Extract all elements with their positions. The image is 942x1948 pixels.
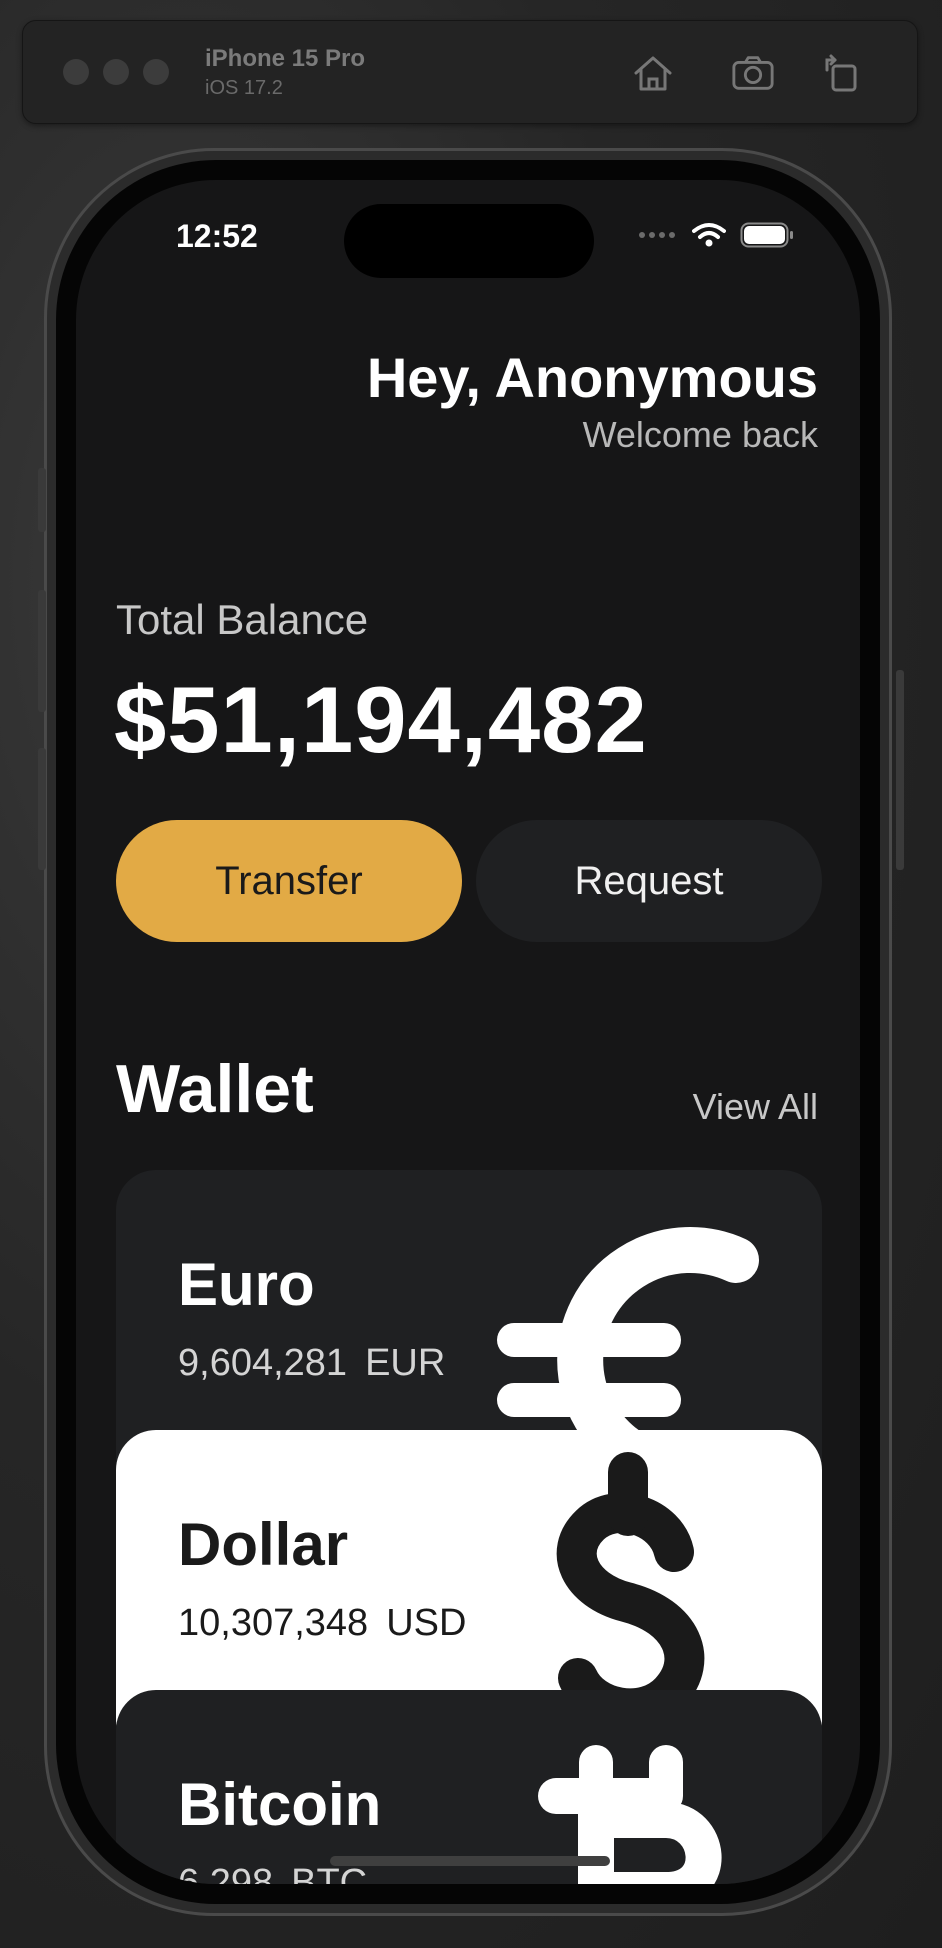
volume-down-side-button — [38, 748, 46, 870]
battery-icon — [740, 222, 793, 248]
card-currency-name: Dollar — [178, 1511, 349, 1578]
power-side-button — [896, 670, 904, 870]
action-side-button — [38, 468, 46, 532]
signal-icon — [639, 232, 675, 238]
card-currency-name: Bitcoin — [178, 1771, 382, 1838]
rotate-button[interactable] — [819, 51, 863, 95]
device-name: iPhone 15 Pro — [205, 45, 366, 72]
total-balance-amount: $51,194,482 — [114, 667, 648, 772]
transfer-button[interactable]: Transfer — [116, 820, 462, 942]
home-icon — [634, 56, 672, 91]
window-zoom-button[interactable] — [143, 59, 169, 85]
welcome-subtitle: Welcome back — [582, 414, 818, 455]
window-minimize-button[interactable] — [103, 59, 129, 85]
card-currency-name: Euro — [178, 1251, 315, 1318]
rotate-icon — [825, 54, 857, 92]
os-version: iOS 17.2 — [205, 77, 283, 99]
card-amount-value: 9,604,281 — [178, 1342, 348, 1384]
screenshot-button[interactable] — [731, 51, 775, 95]
card-currency-code: USD — [386, 1602, 467, 1644]
greeting-title: Hey, Anonymous — [366, 346, 818, 409]
card-amount-value: 6,298 — [178, 1862, 274, 1884]
request-button[interactable]: Request — [476, 820, 822, 942]
status-time: 12:52 — [176, 218, 258, 254]
card-currency-code: EUR — [365, 1342, 446, 1384]
home-button[interactable] — [631, 51, 675, 95]
app-screen: 12:52 Hey, Anonymous Welcome back Total … — [76, 180, 860, 1884]
volume-up-side-button — [38, 590, 46, 712]
wallet-card-bitcoin[interactable]: Bitcoin 6,298 BTC — [116, 1690, 822, 1884]
home-indicator — [330, 1856, 610, 1866]
window-close-button[interactable] — [63, 59, 89, 85]
dynamic-island — [344, 204, 594, 278]
card-amount-value: 10,307,348 — [178, 1602, 369, 1644]
screenshot-icon — [732, 56, 774, 90]
card-currency-amount: 10,307,348 USD — [178, 1602, 466, 1645]
wifi-icon — [692, 223, 726, 247]
status-icons — [638, 222, 794, 248]
total-balance-label: Total Balance — [116, 596, 369, 643]
bitcoin-icon — [538, 1745, 722, 1884]
wallet-title: Wallet — [116, 1051, 314, 1127]
view-all-link[interactable]: View All — [693, 1086, 818, 1128]
simulator-toolbar: iPhone 15 Pro iOS 17.2 — [22, 20, 918, 124]
card-currency-amount: 9,604,281 EUR — [178, 1342, 445, 1385]
